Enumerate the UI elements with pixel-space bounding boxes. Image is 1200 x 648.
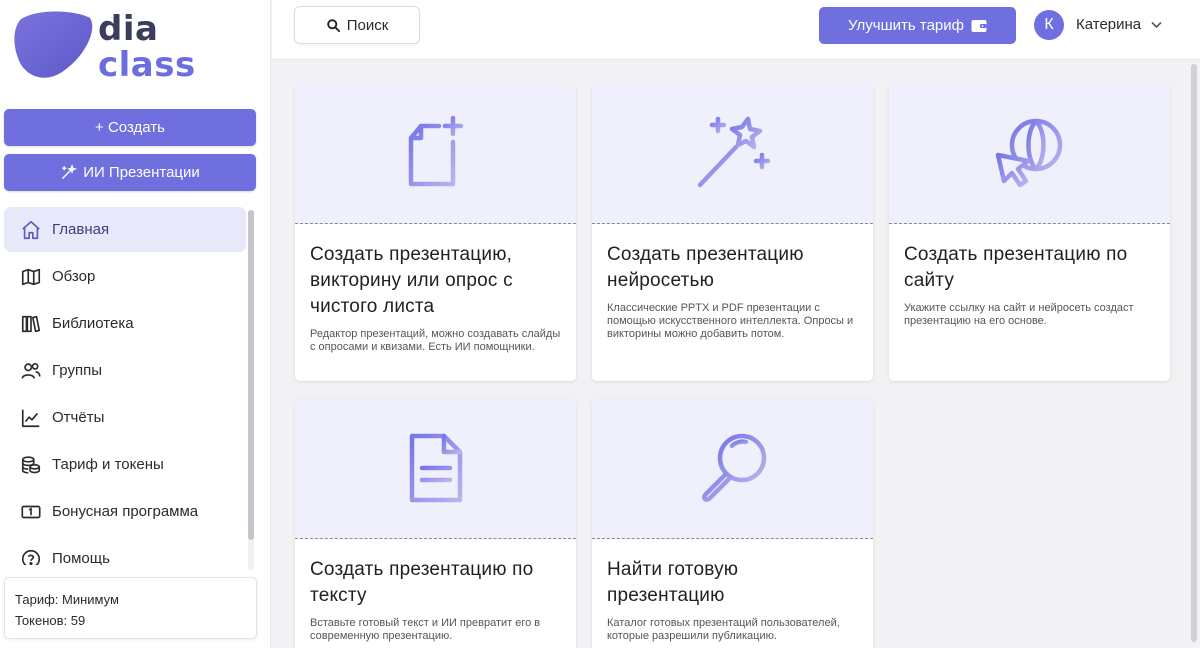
card-site-presentation[interactable]: Создать презентацию по сайту Укажите ссы…	[889, 83, 1170, 381]
card-title: Найти готовую презентацию	[607, 559, 739, 606]
wallet-icon	[971, 19, 987, 32]
sidebar-scrollbar[interactable]	[248, 210, 254, 570]
magic-wand-icon	[697, 116, 770, 188]
card-illustration	[889, 83, 1170, 224]
magic-wand-icon	[62, 164, 78, 179]
map-icon	[21, 268, 41, 285]
card-title: Создать презентацию по сайту	[904, 244, 1128, 291]
create-button[interactable]: + Создать	[4, 109, 256, 146]
page-scrollbar[interactable]	[1188, 60, 1200, 648]
home-icon	[22, 220, 40, 239]
tokens-text: Токенов: 59	[15, 613, 86, 628]
sidebar-item-bonus[interactable]: Бонусная программа	[4, 489, 246, 534]
sidebar-item-help[interactable]: Помощь	[4, 536, 246, 565]
search-icon	[326, 18, 340, 32]
logo-blob-icon	[14, 11, 93, 78]
upgrade-plan-button[interactable]: Улучшить тариф	[819, 7, 1016, 44]
logo[interactable]: dia class	[14, 9, 196, 85]
magnifier-icon	[701, 433, 766, 502]
ai-presentations-label: ИИ Презентации	[83, 164, 200, 181]
card-find-presentation[interactable]: Найти готовую презентацию Каталог готовы…	[592, 398, 873, 648]
coins-icon	[21, 455, 41, 474]
sidebar-item-overview[interactable]: Обзор	[4, 254, 246, 299]
sidebar-item-label: Группы	[52, 362, 102, 379]
upgrade-plan-label: Улучшить тариф	[848, 17, 964, 34]
sidebar-item-label: Библиотека	[52, 315, 134, 332]
sidebar-item-label: Тариф и токены	[52, 456, 164, 473]
sidebar-item-groups[interactable]: Группы	[4, 348, 246, 393]
card-description: Классические PPTX и PDF презентации с по…	[607, 302, 854, 340]
tariff-text: Тариф: Минимум	[15, 592, 119, 607]
card-description: Редактор презентаций, можно создавать сл…	[310, 328, 561, 353]
library-icon	[21, 315, 41, 332]
sidebar-scrollbar-thumb[interactable]	[248, 210, 254, 540]
users-icon	[21, 362, 41, 379]
avatar-letter: К	[1044, 16, 1054, 33]
card-title: Создать презентацию, викторину или опрос…	[310, 244, 513, 317]
sidebar-item-label: Отчёты	[52, 409, 105, 426]
user-avatar[interactable]: К	[1034, 10, 1064, 40]
sidebar-item-library[interactable]: Библиотека	[4, 301, 246, 346]
page-scrollbar-thumb[interactable]	[1191, 64, 1197, 642]
card-text-presentation[interactable]: Создать презентацию по тексту Вставьте г…	[295, 398, 576, 648]
card-description: Каталог готовых презентаций пользователе…	[607, 617, 840, 642]
sidebar-item-label: Бонусная программа	[52, 503, 199, 520]
card-illustration	[295, 398, 576, 539]
ai-presentations-button[interactable]: ИИ Презентации	[4, 154, 256, 191]
sidebar-item-label: Помощь	[52, 550, 110, 565]
logo-text-dia: dia	[98, 9, 159, 49]
sidebar-item-reports[interactable]: Отчёты	[4, 395, 246, 440]
chart-icon	[21, 409, 40, 427]
ticket-icon	[21, 505, 41, 518]
help-icon	[21, 549, 41, 565]
card-illustration	[592, 398, 873, 539]
tariff-info-box: Тариф: Минимум Токенов: 59	[4, 577, 257, 639]
search-button[interactable]: Поиск	[294, 6, 420, 44]
card-illustration	[592, 83, 873, 224]
globe-cursor-icon	[995, 118, 1062, 188]
create-button-label: + Создать	[95, 119, 165, 136]
card-title: Создать презентацию по тексту	[310, 559, 534, 606]
sidebar-nav: Главная Обзор Библиотека Группы Отчёты Т…	[4, 207, 246, 565]
card-title: Создать презентацию нейросетью	[607, 244, 804, 291]
card-illustration	[295, 83, 576, 224]
search-button-label: Поиск	[346, 16, 389, 34]
card-blank-presentation[interactable]: Создать презентацию, викторину или опрос…	[295, 83, 576, 381]
logo-text-class: class	[98, 45, 196, 85]
card-ai-presentation[interactable]: Создать презентацию нейросетью Классичес…	[592, 83, 873, 381]
sidebar-item-label: Главная	[52, 221, 110, 238]
sidebar-item-label: Обзор	[52, 268, 96, 285]
sidebar-item-home[interactable]: Главная	[4, 207, 246, 252]
chevron-down-icon[interactable]	[1151, 21, 1162, 29]
document-icon	[409, 433, 462, 503]
sidebar-item-tariff[interactable]: Тариф и токены	[4, 442, 246, 487]
new-file-icon	[408, 116, 463, 187]
sidebar: dia class + Создать ИИ Презентации Главн…	[0, 0, 271, 648]
card-description: Вставьте готовый текст и ИИ превратит ег…	[310, 617, 541, 642]
user-name[interactable]: Катерина	[1076, 16, 1141, 33]
card-description: Укажите ссылку на сайт и нейросеть созда…	[904, 302, 1134, 327]
top-header: Поиск Улучшить тариф К Катерина	[272, 0, 1200, 60]
